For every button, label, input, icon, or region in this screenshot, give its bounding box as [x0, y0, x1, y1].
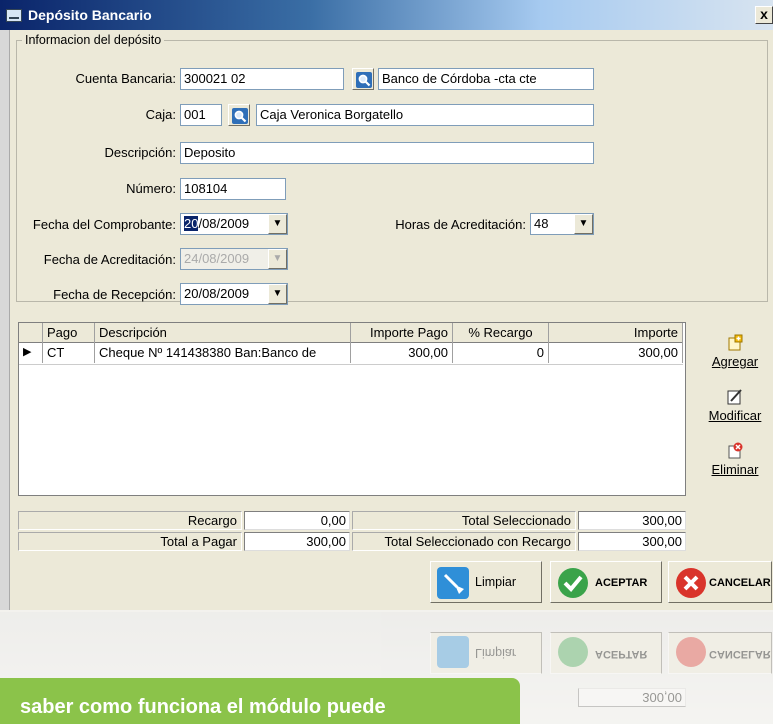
deposito-window: Depósito Bancario x Informacion del depó… — [0, 0, 773, 610]
caja-input[interactable]: 001 — [180, 104, 222, 126]
cell-recargo: 0 — [453, 343, 549, 363]
cell-descripcion: Cheque Nº 141438380 Ban:Banco de — [95, 343, 351, 363]
total-pagar-label: Total a Pagar — [18, 532, 242, 551]
grid-header: Pago Descripción Importe Pago % Recargo … — [19, 323, 683, 343]
col-importe-pago[interactable]: Importe Pago — [351, 323, 453, 343]
banner-text: saber como funciona el módulo puede — [20, 696, 386, 718]
aceptar-button[interactable]: ACEPTAR — [550, 561, 662, 603]
reflected-cancelar-label: CANCELAR — [709, 648, 771, 660]
fecha-comprobante-label: Fecha del Comprobante: — [32, 217, 176, 232]
recargo-value: 0,00 — [244, 511, 350, 530]
aceptar-label: ACEPTAR — [595, 577, 648, 589]
cuenta-name-field: Banco de Córdoba -cta cte — [378, 68, 594, 90]
total-seleccionado-value: 300,00 — [578, 511, 686, 530]
descripcion-label: Descripción: — [104, 145, 176, 160]
grid-indicator-header — [19, 323, 43, 343]
modificar-button[interactable]: Modificar — [704, 384, 766, 430]
window-title: Depósito Bancario — [28, 7, 152, 23]
window-icon — [6, 9, 22, 22]
cuenta-input[interactable]: 300021 02 — [180, 68, 344, 90]
total-seleccionado-label: Total Seleccionado — [352, 511, 576, 530]
table-row[interactable]: ▶ CT Cheque Nº 141438380 Ban:Banco de 30… — [19, 343, 683, 365]
edit-icon — [727, 389, 742, 405]
close-button[interactable]: x — [755, 6, 773, 24]
reflected-aceptar: ACEPTAR — [550, 632, 662, 674]
fecha-acreditacion-label: Fecha de Acreditación: — [43, 252, 176, 267]
limpiar-button[interactable]: Limpiar — [430, 561, 542, 603]
cancel-icon — [676, 568, 706, 598]
promo-banner: saber como funciona el módulo puede — [0, 678, 520, 724]
date-rest: /08/2009 — [198, 216, 250, 231]
title-bar: Depósito Bancario x — [0, 0, 773, 30]
fecha-acreditacion-dropdown: ▼ — [268, 249, 287, 269]
limpiar-label: Limpiar — [475, 575, 516, 589]
reflected-cancelar: CANCELAR — [668, 632, 772, 674]
fecha-recepcion-label: Fecha de Recepción: — [53, 287, 176, 302]
cancel-icon — [676, 637, 706, 667]
reflected-aceptar-label: ACEPTAR — [595, 648, 648, 660]
eliminar-label: Eliminar — [711, 462, 759, 477]
cell-importe-pago: 300,00 — [351, 343, 453, 363]
background-window-edge — [0, 30, 10, 610]
modificar-label: Modificar — [708, 408, 762, 423]
horas-dropdown[interactable]: ▼ — [574, 214, 593, 234]
payments-grid[interactable]: Pago Descripción Importe Pago % Recargo … — [18, 322, 686, 496]
check-icon — [558, 568, 588, 598]
delete-document-icon — [728, 442, 743, 459]
reflected-limpiar: Limpiar — [430, 632, 542, 674]
fecha-recepcion-dropdown[interactable]: ▼ — [268, 284, 287, 304]
selected-day: 20 — [184, 216, 199, 231]
row-pointer-icon: ▶ — [19, 343, 43, 363]
total-pagar-value: 300,00 — [244, 532, 350, 551]
group-legend: Informacion del depósito — [22, 33, 165, 47]
search-icon — [356, 72, 372, 88]
recargo-label: Recargo — [18, 511, 242, 530]
cell-pago: CT — [43, 343, 95, 363]
broom-icon — [437, 567, 469, 599]
caja-name-field: Caja Veronica Borgatello — [256, 104, 594, 126]
check-icon — [558, 637, 588, 667]
search-icon — [232, 108, 248, 124]
cell-importe: 300,00 — [549, 343, 683, 363]
total-seleccionado-recargo-value: 300,00 — [578, 532, 686, 551]
caja-label: Caja: — [145, 107, 176, 122]
agregar-label: Agregar — [711, 354, 759, 369]
broom-icon — [437, 636, 469, 668]
eliminar-button[interactable]: Eliminar — [704, 438, 766, 484]
cancelar-button[interactable]: CANCELAR — [668, 561, 772, 603]
cuenta-label: Cuenta Bancaria: — [75, 71, 176, 86]
caja-search-button[interactable] — [228, 104, 250, 126]
col-descripcion[interactable]: Descripción — [95, 323, 351, 343]
col-importe[interactable]: Importe — [549, 323, 683, 343]
add-document-icon — [728, 334, 743, 351]
numero-label: Número: — [126, 181, 176, 196]
horas-label: Horas de Acreditación: — [395, 217, 526, 232]
total-seleccionado-recargo-label: Total Seleccionado con Recargo — [352, 532, 576, 551]
fecha-comprobante-dropdown[interactable]: ▼ — [268, 214, 287, 234]
agregar-button[interactable]: Agregar — [704, 330, 766, 376]
reflected-limpiar-label: Limpiar — [475, 646, 516, 660]
reflected-total-value: 300,00 — [578, 688, 686, 707]
cancelar-label: CANCELAR — [709, 577, 771, 589]
cuenta-search-button[interactable] — [352, 68, 374, 90]
col-recargo[interactable]: % Recargo — [453, 323, 549, 343]
numero-input[interactable]: 108104 — [180, 178, 286, 200]
col-pago[interactable]: Pago — [43, 323, 95, 343]
descripcion-input[interactable]: Deposito — [180, 142, 594, 164]
